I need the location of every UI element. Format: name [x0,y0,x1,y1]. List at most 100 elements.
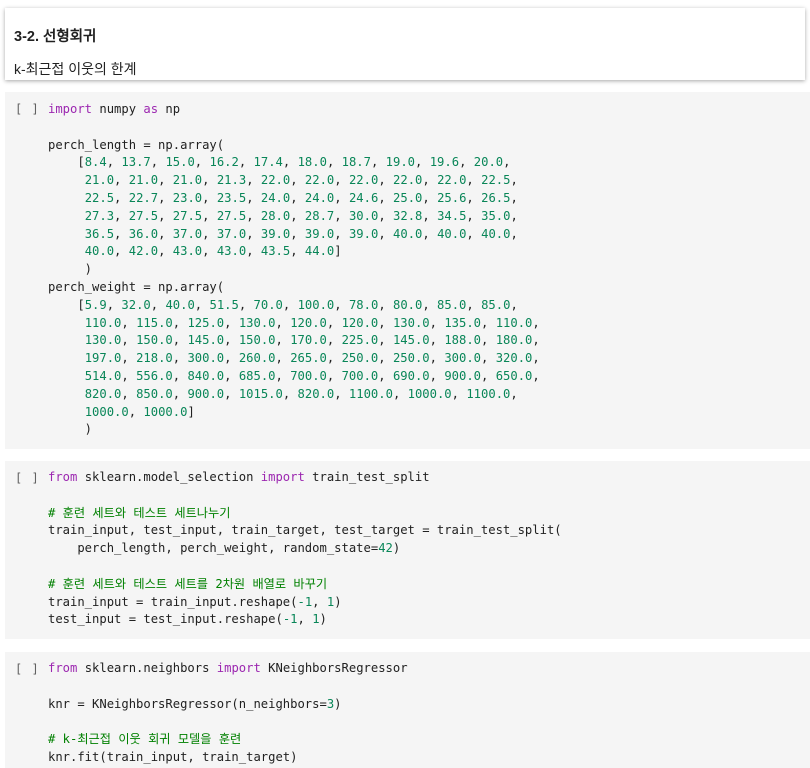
code-number: 22.0 [260,173,291,188]
code-number: 700.0 [290,368,327,383]
code-text: ) [334,696,342,711]
run-cell-button[interactable]: [ ] [15,471,40,485]
code-number: 150.0 [238,333,276,348]
code-number: 22.5 [481,173,511,188]
code-text: , [246,226,261,241]
code-number: -1 [297,594,313,609]
code-text: , [290,173,305,188]
code-text: knr.fit(train_input, train_target) [48,749,298,764]
code-text: , [150,297,166,312]
code-text: , [275,333,291,348]
code-line: from sklearn.neighbors import KNeighbors… [48,661,408,675]
code-text: , [172,351,188,366]
code-number: 26.5 [481,190,511,205]
code-text: , [481,351,496,366]
code-text: , [334,226,349,241]
code-text: , [224,315,239,330]
code-text: , [128,404,144,419]
code-text: , [532,333,540,348]
code-number: 40.0 [481,226,511,241]
code-text: , [275,351,291,366]
code-text: , [392,386,408,401]
code-text: perch_length = np.array( [48,137,225,152]
code-text: , [429,351,445,366]
code-number: 28.7 [304,208,335,223]
code-number: 197.0 [84,351,122,366]
code-number: 43.0 [216,244,247,259]
code-number: 27.5 [216,208,247,223]
code-text: , [158,244,173,259]
code-number: 21.0 [128,173,159,188]
code-line: knr = KNeighborsRegressor(n_neighbors=3) [48,697,342,711]
code-number: 42 [378,541,393,556]
code-line: 27.3, 27.5, 27.5, 27.5, 28.0, 28.7, 30.0… [48,209,518,223]
code-line: 1000.0, 1000.0] [48,405,195,419]
code-text: , [202,244,217,259]
code-text: , [510,208,518,223]
code-text: , [429,368,445,383]
code-text: , [334,297,349,312]
code-text: , [114,208,129,223]
code-text: , [224,368,239,383]
code-editor[interactable]: import numpy as np perch_length = np.arr… [48,101,540,439]
code-text: , [532,368,540,383]
code-number: 43.5 [260,244,291,259]
code-number: 650.0 [495,368,533,383]
code-number: 130.0 [238,315,276,330]
code-number: 78.0 [348,297,379,312]
code-line: 36.5, 36.0, 37.0, 37.0, 39.0, 39.0, 39.0… [48,227,518,241]
code-text: , [238,155,254,170]
code-cell-3[interactable]: [ ] from sklearn.neighbors import KNeigh… [5,652,810,768]
code-text: , [481,315,496,330]
code-cell-1[interactable]: [ ] import numpy as np perch_length = np… [5,92,810,449]
code-text: perch_length, perch_weight, random_state… [48,541,379,556]
code-number: 37.0 [172,226,203,241]
code-text: , [451,386,467,401]
code-text: , [466,208,482,223]
code-text: , [121,351,137,366]
code-text: , [172,386,188,401]
code-number: 43.0 [172,244,203,259]
code-keyword: import [216,661,261,675]
code-keyword: import [260,470,305,484]
code-text: , [290,190,305,205]
markdown-cell[interactable]: 3-2. 선형회귀 k-최근접 이웃의 한계 [5,8,805,80]
code-text: KNeighborsRegressor [260,661,408,675]
code-text: ) [319,612,327,627]
code-number: 120.0 [341,315,379,330]
code-text: , [121,333,137,348]
code-text: , [326,333,342,348]
section-title: 3-2. 선형회귀 [14,29,97,45]
code-number: 36.5 [84,226,115,241]
code-number: 120.0 [290,315,327,330]
code-number: 218.0 [136,351,173,366]
code-number: 17.4 [253,155,283,170]
code-number: 840.0 [187,368,225,383]
code-line: # 훈련 세트와 테스트 세트나누기 [48,506,230,520]
code-editor[interactable]: from sklearn.neighbors import KNeighbors… [48,660,408,767]
run-cell-button[interactable]: [ ] [15,662,40,676]
code-number: 180.0 [495,333,533,348]
code-number: 1000.0 [407,386,452,401]
code-comment: # 훈련 세트와 테스트 세트를 2차원 배열로 바꾸기 [48,576,328,591]
code-line: 514.0, 556.0, 840.0, 685.0, 700.0, 700.0… [48,369,540,383]
run-cell-button[interactable]: [ ] [15,102,40,116]
code-text: , [429,333,445,348]
code-number: 85.0 [437,297,467,312]
code-number: 85.0 [481,297,511,312]
code-text: , [202,208,217,223]
code-number: 28.0 [260,208,291,223]
code-cell-2[interactable]: [ ] from sklearn.model_selection import … [5,461,810,639]
code-text: , [510,386,518,401]
code-text: knr = KNeighborsRegressor(n_neighbors= [48,696,327,711]
code-text: , [532,315,540,330]
code-text: , [415,155,430,170]
code-number: 150.0 [136,333,173,348]
code-editor[interactable]: from sklearn.model_selection import trai… [48,469,562,629]
code-number: 23.0 [172,190,203,205]
code-text: , [290,226,305,241]
code-number: 18.0 [297,155,327,170]
